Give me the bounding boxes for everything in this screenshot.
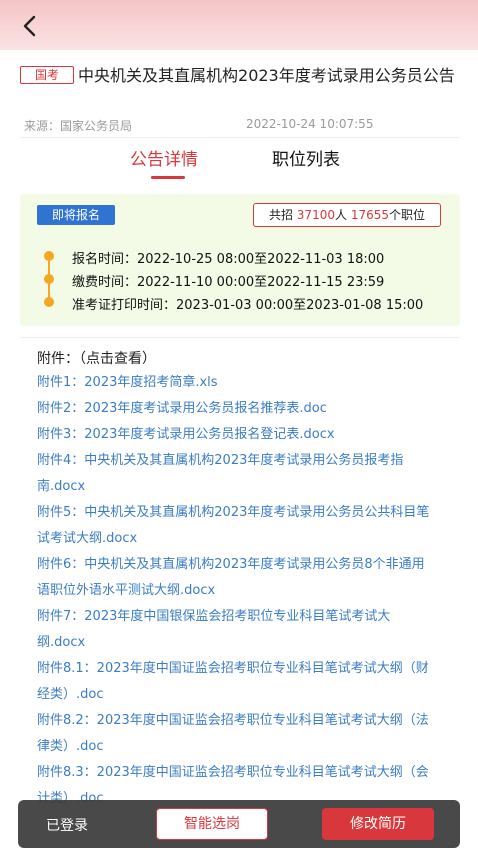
status-badge: 即将报名 bbox=[37, 205, 115, 225]
registration-time: 报名时间：2022-10-25 08:00至2022-11-03 18:00 bbox=[72, 252, 385, 267]
timeline-dot bbox=[44, 297, 54, 307]
recruit-position-unit: 个职位 bbox=[389, 208, 426, 222]
attachment-link[interactable]: 附件5：中央机关及其直属机构2023年度考试录用公务员公共科目笔试考试大纲.do… bbox=[37, 500, 437, 552]
attachment-link[interactable]: 附件8.1：2023年度中国证监会招考职位专业科目笔试考试大纲（财经类）.doc bbox=[37, 656, 437, 708]
top-bar bbox=[0, 0, 478, 50]
attachment-link[interactable]: 附件3：2023年度考试录用公务员报名登记表.docx bbox=[37, 422, 437, 448]
smart-select-button[interactable]: 智能选岗 bbox=[156, 808, 268, 840]
attachment-link[interactable]: 附件7：2023年度中国银保监会招考职位专业科目笔试考试大纲.docx bbox=[37, 604, 437, 656]
recruit-summary: 共招 37100人 17655个职位 bbox=[253, 203, 441, 227]
tab-announcement-details[interactable]: 公告详情 bbox=[130, 149, 198, 171]
chevron-left-icon[interactable] bbox=[18, 14, 42, 38]
divider bbox=[20, 137, 460, 138]
page-title: 中央机关及其直属机构2023年度考试录用公务员公告 bbox=[78, 66, 455, 85]
attachment-link[interactable]: 附件8.2：2023年度中国证监会招考职位专业科目笔试考试大纲（法律类）.doc bbox=[37, 708, 437, 760]
exam-info-card: 即将报名 共招 37100人 17655个职位 报名时间：2022-10-25 … bbox=[20, 194, 460, 326]
divider bbox=[20, 337, 460, 338]
payment-time: 缴费时间：2022-11-10 00:00至2022-11-15 23:59 bbox=[72, 275, 385, 290]
login-status[interactable]: 已登录 bbox=[46, 815, 88, 835]
article-title-row: 国考 中央机关及其直属机构2023年度考试录用公务员公告 bbox=[20, 64, 460, 88]
timeline-dot bbox=[44, 274, 54, 284]
attachment-link[interactable]: 附件2：2023年度考试录用公务员报名推荐表.doc bbox=[37, 396, 437, 422]
attachments-list: 附件1：2023年度招考简章.xls 附件2：2023年度考试录用公务员报名推荐… bbox=[37, 370, 437, 812]
attachment-link[interactable]: 附件1：2023年度招考简章.xls bbox=[37, 370, 437, 396]
article-source: 来源：国家公务员局 bbox=[24, 119, 133, 133]
recruit-people-count: 37100 bbox=[296, 208, 335, 222]
recruit-prefix: 共招 bbox=[268, 208, 297, 222]
recruit-people-unit: 人 bbox=[334, 208, 351, 222]
tab-position-list[interactable]: 职位列表 bbox=[272, 149, 340, 171]
attachments-header: 附件：（点击查看） bbox=[37, 351, 156, 367]
active-tab-indicator bbox=[151, 176, 185, 179]
recruit-position-count: 17655 bbox=[350, 208, 389, 222]
category-tag: 国考 bbox=[20, 66, 75, 84]
attachment-link[interactable]: 附件4：中央机关及其直属机构2023年度考试录用公务员报考指南.docx bbox=[37, 448, 437, 500]
edit-resume-button[interactable]: 修改简历 bbox=[322, 808, 434, 840]
admission-ticket-time: 准考证打印时间：2023-01-03 00:00至2023-01-08 15:0… bbox=[72, 298, 424, 313]
article-timestamp: 2022-10-24 10:07:55 bbox=[246, 117, 374, 131]
bottom-action-bar: 已登录 智能选岗 修改简历 bbox=[18, 800, 460, 848]
timeline-dot bbox=[44, 251, 54, 261]
attachment-link[interactable]: 附件6：中央机关及其直属机构2023年度考试录用公务员8个非通用语职位外语水平测… bbox=[37, 552, 437, 604]
